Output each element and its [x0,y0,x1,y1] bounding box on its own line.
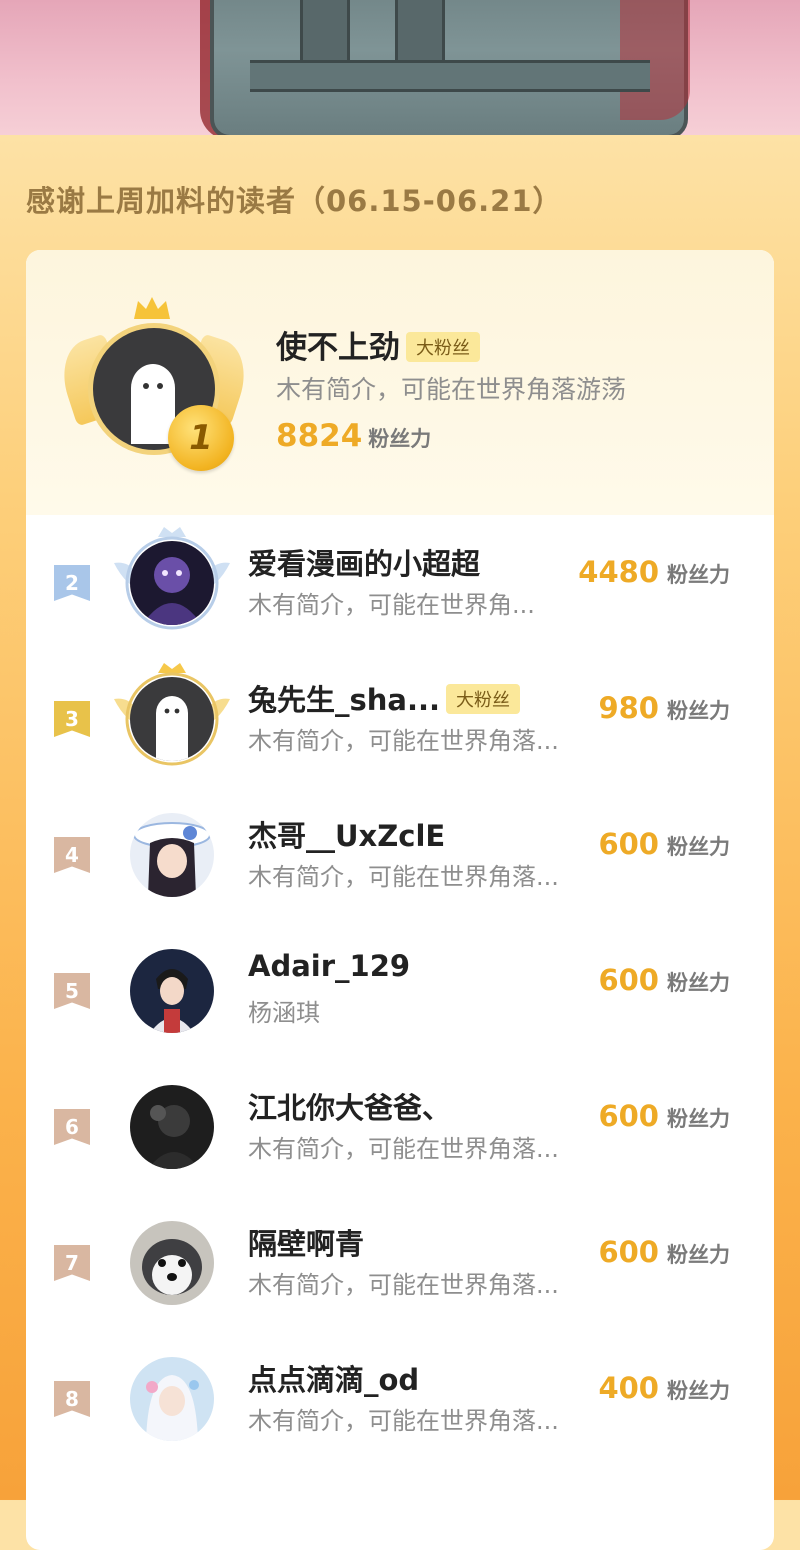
score-unit: 粉丝力 [667,563,730,587]
reader-name-text: 爱看漫画的小超超 [248,547,481,581]
dark-photo-icon [130,1085,214,1169]
reader-bio: 木有简介，可能在世界角落... [248,727,559,755]
score-unit: 粉丝力 [667,699,730,723]
score-unit: 粉丝力 [667,835,730,859]
rank-flag: 3 [54,701,90,737]
avatar[interactable] [130,813,214,897]
reader-name-text: 隔壁啊青 [248,1227,365,1261]
list-item[interactable]: 6 江北你大爸爸、木有简介，可能在世界角落... 600 粉丝力 [26,1059,774,1195]
score-unit: 粉丝力 [667,971,730,995]
list-item[interactable]: 3 兔先生_sha... 大粉丝木有简介，可能在世界角落... 980 粉丝力 [26,651,774,787]
reader-bio: 木有简介，可能在世界角落... [248,1407,559,1435]
reader-name: 使不上劲 大粉丝 [276,322,480,367]
avatar[interactable] [130,541,214,625]
list-item[interactable]: 5 Adair_129 杨涵琪 600 粉丝力 [26,923,774,1059]
score-value: 400 [598,1371,659,1405]
score-value: 600 [598,1235,659,1269]
reader-bio: 杨涵琪 [248,999,320,1027]
rank-flag: 5 [54,973,90,1009]
husky-dog-icon [130,1221,214,1305]
reader-name-text: 点点滴滴_od [248,1363,420,1397]
top-avatar-frame[interactable]: 1 [52,295,256,475]
list-item[interactable]: 2 爱看漫画的小超超木有简介，可能在世界角... 4480 粉丝力 [26,515,774,651]
top-reader-entry[interactable]: 1 使不上劲 大粉丝 木有简介，可能在世界角落游荡 8824 粉丝力 [26,250,774,515]
reader-name-text: 杰哥__UxZclE [248,819,446,853]
rank-flag: 7 [54,1245,90,1281]
fan-badge: 大粉丝 [446,684,521,714]
reader-bio: 木有简介，可能在世界角... [248,591,535,619]
comic-banner-image [0,0,800,135]
score-value: 600 [598,827,659,861]
fan-power-score: 400 粉丝力 [598,1371,730,1405]
avatar[interactable] [130,949,214,1033]
fan-power-score: 980 粉丝力 [598,691,730,725]
reader-bio: 木有简介，可能在世界角落... [248,863,559,891]
fan-power-score: 600 粉丝力 [598,1235,730,1269]
reader-bio: 木有简介，可能在世界角落游荡 [276,375,627,404]
reader-bio: 木有简介，可能在世界角落... [248,1271,559,1299]
rank-flag: 2 [54,565,90,601]
rank-flag: 8 [54,1381,90,1417]
fan-power-score: 600 粉丝力 [598,827,730,861]
score-value: 600 [598,963,659,997]
reader-name: Adair_129 [248,949,410,983]
fan-power-score: 600 粉丝力 [598,1099,730,1133]
rank-flag: 6 [54,1109,90,1145]
score-unit: 粉丝力 [667,1379,730,1403]
reader-name-text: 江北你大爸爸、 [248,1091,452,1125]
fan-power-score: 600 粉丝力 [598,963,730,997]
score-value: 980 [598,691,659,725]
avatar[interactable] [130,677,214,761]
ghost-icon [130,677,214,761]
avatar[interactable] [130,1085,214,1169]
rank-coin-badge: 1 [168,405,234,471]
anime-boy-icon [130,949,214,1033]
reader-name: 江北你大爸爸、 [248,1085,451,1127]
section-title: 感谢上周加料的读者（06.15-06.21） [26,184,563,218]
reader-name: 点点滴滴_od [248,1357,419,1399]
score-unit: 粉丝力 [667,1243,730,1267]
avatar[interactable] [130,1221,214,1305]
reader-name: 隔壁啊青 [248,1221,364,1263]
anime-girl-hat-icon [130,813,214,897]
avatar[interactable] [130,1357,214,1441]
fan-power-score: 8824 粉丝力 [276,418,432,454]
reader-name-text: Adair_129 [248,949,411,983]
crown-icon [134,297,170,319]
leaderboard-card: 1 使不上劲 大粉丝 木有简介，可能在世界角落游荡 8824 粉丝力 2 爱看漫画的小… [26,250,774,1550]
white-hair-girl-icon [130,1357,214,1441]
reader-bio: 木有简介，可能在世界角落... [248,1135,559,1163]
purple-character-icon [130,541,214,625]
score-value: 4480 [578,555,659,589]
reader-name: 杰哥__UxZclE [248,813,445,855]
fan-power-score: 4480 粉丝力 [578,555,730,589]
reader-name: 爱看漫画的小超超 [248,541,480,583]
fan-badge: 大粉丝 [406,332,480,362]
list-item[interactable]: 7 隔壁啊青木有简介，可能在世界角落... 600 粉丝力 [26,1195,774,1331]
list-item[interactable]: 4 杰哥__UxZclE 木有简介，可能在世界角落... 600 粉丝力 [26,787,774,923]
reader-name-text: 兔先生_sha... [248,683,441,717]
score-value: 600 [598,1099,659,1133]
list-item[interactable]: 8 点点滴滴_od 木有简介，可能在世界角落... 400 粉丝力 [26,1331,774,1467]
rank-flag: 4 [54,837,90,873]
score-unit: 粉丝力 [667,1107,730,1131]
reader-name: 兔先生_sha... 大粉丝 [248,677,521,719]
